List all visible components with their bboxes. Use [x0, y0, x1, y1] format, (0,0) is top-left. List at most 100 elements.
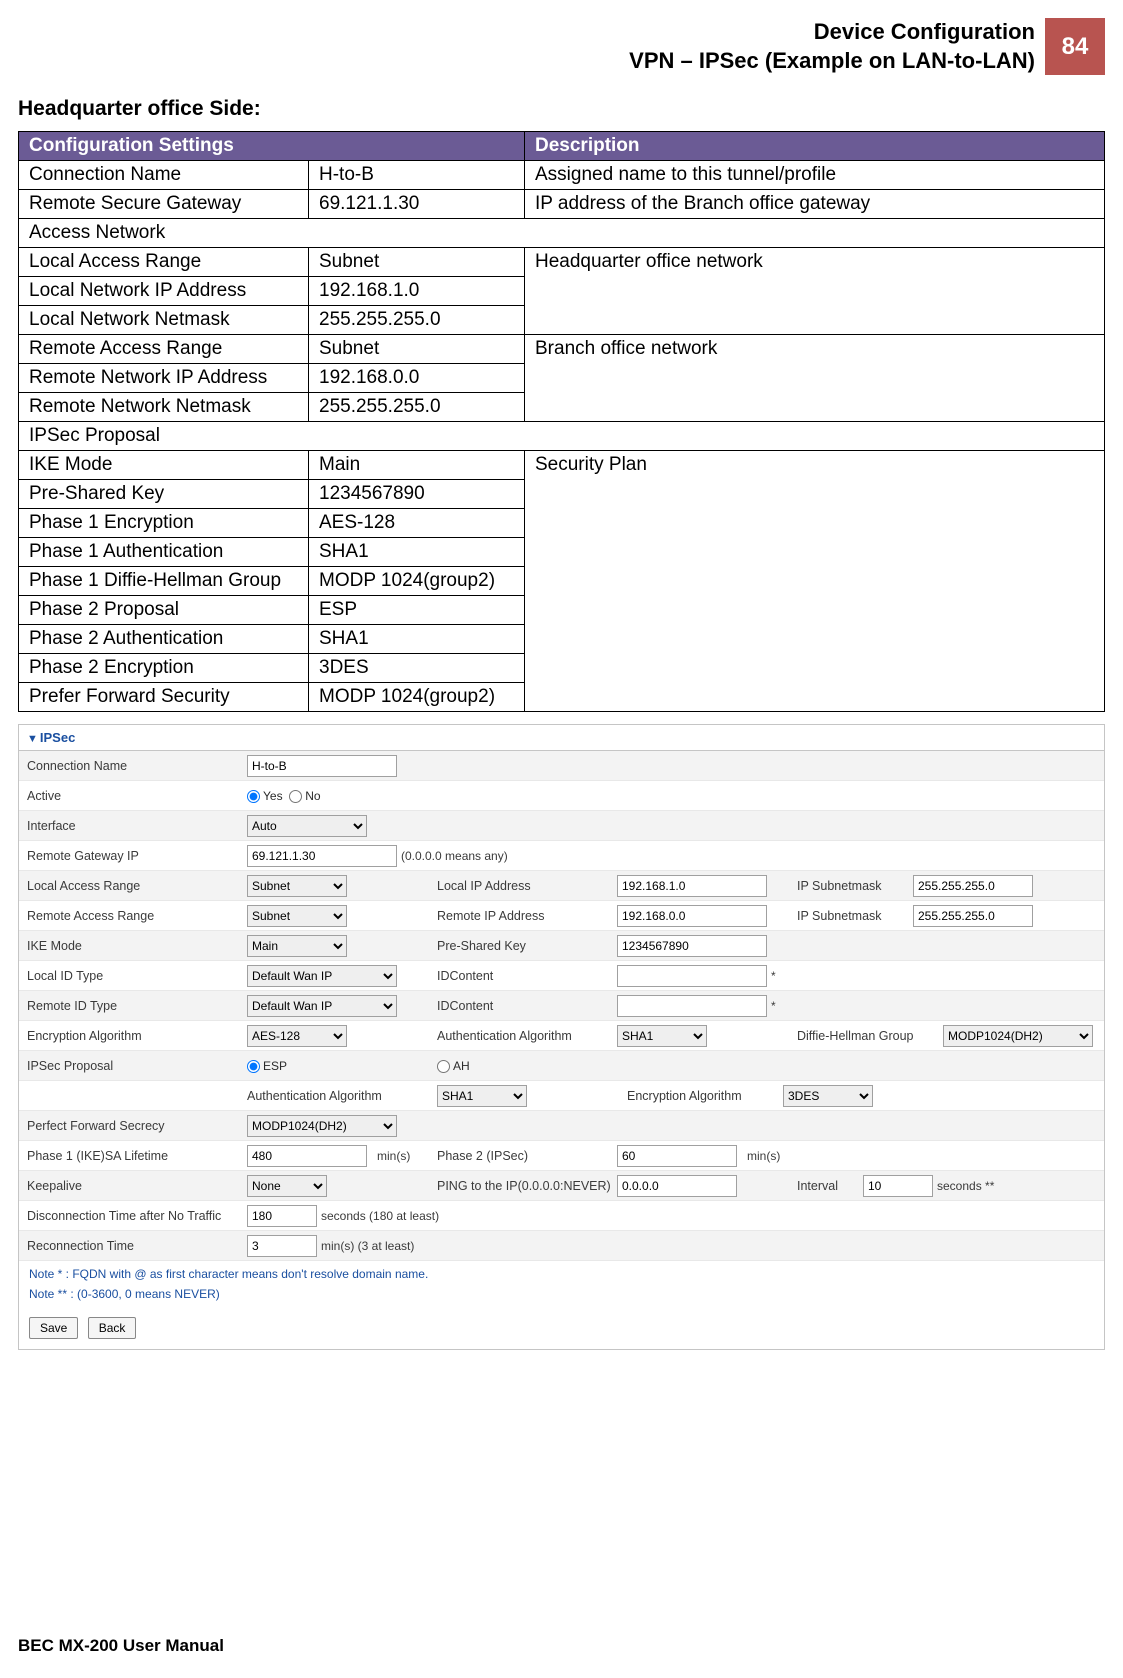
cfg-key: Prefer Forward Security: [19, 683, 309, 712]
input-remote-mask[interactable]: [913, 905, 1033, 927]
select-local-access-range[interactable]: Subnet: [247, 875, 347, 897]
note-2: Note ** : (0-3600, 0 means NEVER): [19, 1287, 1104, 1307]
cfg-desc: Assigned name to this tunnel/profile: [525, 161, 1105, 190]
lbl-ike-mode: IKE Mode: [27, 939, 247, 953]
table-row: Local Access RangeSubnetHeadquarter offi…: [19, 248, 1105, 277]
cfg-desc: Branch office network: [525, 335, 1105, 422]
cfg-key: Connection Name: [19, 161, 309, 190]
input-interval[interactable]: [863, 1175, 933, 1197]
star-local-id: *: [771, 969, 776, 983]
hint-remote-gateway: (0.0.0.0 means any): [401, 849, 508, 863]
cfg-value: AES-128: [309, 509, 525, 538]
cfg-value: Subnet: [309, 335, 525, 364]
select-enc-alg[interactable]: AES-128: [247, 1025, 347, 1047]
txt-no: No: [305, 789, 320, 803]
select-dh-group[interactable]: MODP1024(DH2): [943, 1025, 1093, 1047]
cfg-key: Local Network IP Address: [19, 277, 309, 306]
input-connection-name[interactable]: [247, 755, 397, 777]
radio-active-no-label[interactable]: No: [289, 789, 320, 803]
cfg-key: Phase 1 Diffie-Hellman Group: [19, 567, 309, 596]
input-local-idcontent[interactable]: [617, 965, 767, 987]
radio-ah-label[interactable]: AH: [437, 1059, 470, 1073]
suffix-mins2: min(s): [747, 1149, 780, 1163]
cfg-key: IKE Mode: [19, 451, 309, 480]
radio-esp-label[interactable]: ESP: [247, 1059, 287, 1073]
select-enc-alg2[interactable]: 3DES: [783, 1085, 873, 1107]
form-section-header[interactable]: ▼IPSec: [19, 725, 1104, 751]
radio-active-yes-label[interactable]: Yes: [247, 789, 283, 803]
cfg-key: Phase 2 Encryption: [19, 654, 309, 683]
page-header-title: Device Configuration VPN – IPSec (Exampl…: [18, 18, 1045, 75]
select-local-id-type[interactable]: Default Wan IP: [247, 965, 397, 987]
lbl-psk: Pre-Shared Key: [437, 939, 617, 953]
lbl-pfs: Perfect Forward Secrecy: [27, 1119, 247, 1133]
input-phase1-life[interactable]: [247, 1145, 367, 1167]
select-keepalive[interactable]: None: [247, 1175, 327, 1197]
th-description: Description: [525, 132, 1105, 161]
lbl-enc-alg2: Encryption Algorithm: [627, 1089, 777, 1103]
select-auth-alg2[interactable]: SHA1: [437, 1085, 527, 1107]
cfg-key: Remote Network IP Address: [19, 364, 309, 393]
input-remote-gateway-ip[interactable]: [247, 845, 397, 867]
input-reconnect[interactable]: [247, 1235, 317, 1257]
cfg-desc: IP address of the Branch office gateway: [525, 190, 1105, 219]
select-interface[interactable]: Auto: [247, 815, 367, 837]
lbl-active: Active: [27, 789, 247, 803]
cfg-value: ESP: [309, 596, 525, 625]
radio-active-no[interactable]: [289, 790, 302, 803]
cfg-value: 69.121.1.30: [309, 190, 525, 219]
radio-ah[interactable]: [437, 1060, 450, 1073]
ipsec-form: ▼IPSec Connection Name Active Yes No Int…: [18, 724, 1105, 1350]
lbl-remote-mask: IP Subnetmask: [797, 909, 907, 923]
cfg-value: 3DES: [309, 654, 525, 683]
footer-manual-name: BEC MX-200 User Manual: [18, 1636, 224, 1656]
lbl-phase2: Phase 2 (IPSec): [437, 1149, 617, 1163]
input-phase2-life[interactable]: [617, 1145, 737, 1167]
cfg-value: MODP 1024(group2): [309, 683, 525, 712]
input-ping-ip[interactable]: [617, 1175, 737, 1197]
cfg-key: Remote Access Range: [19, 335, 309, 364]
note-1: Note * : FQDN with @ as first character …: [19, 1261, 1104, 1287]
input-remote-idcontent[interactable]: [617, 995, 767, 1017]
txt-ah: AH: [453, 1059, 470, 1073]
cfg-value: 192.168.0.0: [309, 364, 525, 393]
lbl-remote-idcontent: IDContent: [437, 999, 617, 1013]
back-button[interactable]: Back: [88, 1317, 137, 1339]
select-pfs[interactable]: MODP1024(DH2): [247, 1115, 397, 1137]
select-ike-mode[interactable]: Main: [247, 935, 347, 957]
page-header: Device Configuration VPN – IPSec (Exampl…: [18, 18, 1105, 75]
select-remote-access-range[interactable]: Subnet: [247, 905, 347, 927]
input-local-mask[interactable]: [913, 875, 1033, 897]
section-row: IPSec Proposal: [19, 422, 1105, 451]
lbl-remote-id-type: Remote ID Type: [27, 999, 247, 1013]
table-row: Access Network: [19, 219, 1105, 248]
cfg-key: Phase 2 Proposal: [19, 596, 309, 625]
table-row: Connection NameH-to-BAssigned name to th…: [19, 161, 1105, 190]
header-line1: Device Configuration: [814, 19, 1035, 44]
table-row: Remote Access RangeSubnetBranch office n…: [19, 335, 1105, 364]
input-remote-ip[interactable]: [617, 905, 767, 927]
input-disconnect[interactable]: [247, 1205, 317, 1227]
cfg-value: 255.255.255.0: [309, 393, 525, 422]
input-psk[interactable]: [617, 935, 767, 957]
lbl-connection-name: Connection Name: [27, 759, 247, 773]
lbl-interface: Interface: [27, 819, 247, 833]
table-row: IPSec Proposal: [19, 422, 1105, 451]
suffix-sec-star: seconds **: [937, 1179, 994, 1193]
suffix-mins3: min(s) (3 at least): [321, 1239, 414, 1253]
page-number-badge: 84: [1045, 18, 1105, 75]
save-button[interactable]: Save: [29, 1317, 78, 1339]
radio-active-yes[interactable]: [247, 790, 260, 803]
lbl-local-ip: Local IP Address: [437, 879, 617, 893]
input-local-ip[interactable]: [617, 875, 767, 897]
lbl-reconnect: Reconnection Time: [27, 1239, 247, 1253]
section-title: Headquarter office Side:: [18, 97, 1105, 121]
radio-esp[interactable]: [247, 1060, 260, 1073]
select-remote-id-type[interactable]: Default Wan IP: [247, 995, 397, 1017]
star-remote-id: *: [771, 999, 776, 1013]
cfg-key: Remote Secure Gateway: [19, 190, 309, 219]
select-auth-alg[interactable]: SHA1: [617, 1025, 707, 1047]
cfg-value: MODP 1024(group2): [309, 567, 525, 596]
lbl-local-access-range: Local Access Range: [27, 879, 247, 893]
cfg-value: H-to-B: [309, 161, 525, 190]
